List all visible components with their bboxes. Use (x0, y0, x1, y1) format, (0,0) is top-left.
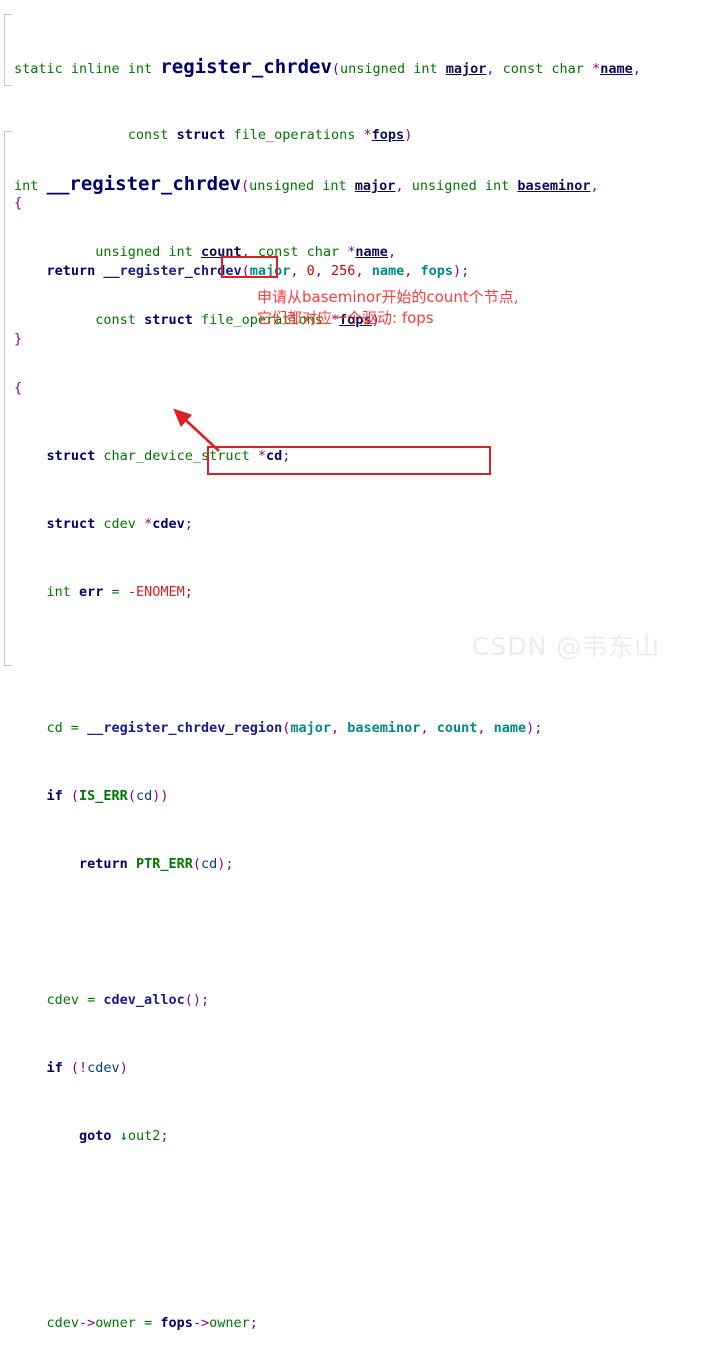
code-line: cdev->owner = fops->owner; (46, 1315, 258, 1331)
code-line: if (IS_ERR(cd)) (46, 788, 169, 804)
code-line: { (14, 380, 23, 396)
annotation-note-chinese: 申请从baseminor开始的count个节点, (257, 287, 518, 307)
code-line: static inline int register_chrdev(unsign… (14, 56, 641, 78)
annotation-note-chinese-2: 它们都对应一个驱动: fops (257, 308, 434, 328)
code-line: int err = -ENOMEM; (46, 584, 193, 600)
code-line: cdev = cdev_alloc(); (46, 992, 210, 1008)
annotation-note-line1: 申请从baseminor开始的count个节点, (257, 288, 519, 306)
code-line: struct char_device_struct *cd; (46, 448, 291, 464)
code-line: goto ↓out2; (79, 1128, 169, 1144)
code-line: return PTR_ERR(cd); (79, 856, 234, 872)
annotation-note-line2: 它们都对应一个驱动: fops (257, 309, 434, 327)
code-line: unsigned int count, const char *name, (95, 244, 397, 260)
code-line: int __register_chrdev(unsigned int major… (14, 173, 599, 195)
code-line: if (!cdev) (46, 1060, 128, 1076)
code-line: cd = __register_chrdev_region(major, bas… (46, 720, 543, 736)
code-viewer: static inline int register_chrdev(unsign… (0, 0, 701, 1331)
code-line: struct cdev *cdev; (46, 516, 193, 532)
csdn-watermark: CSDN @韦东山 (472, 632, 661, 661)
